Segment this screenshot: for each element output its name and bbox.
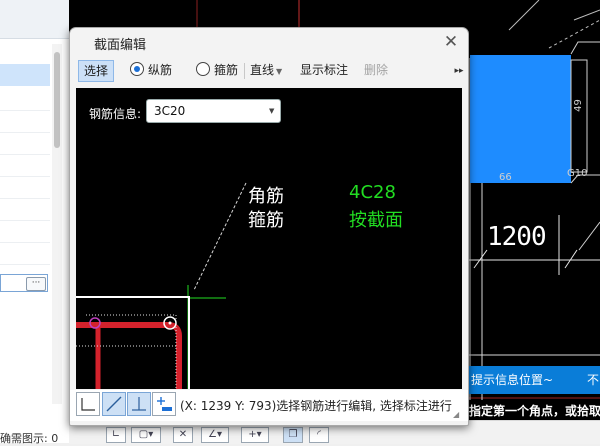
section-drawing bbox=[76, 182, 247, 389]
command-prompt: 指定第一个角点，或拾取 bbox=[467, 400, 600, 422]
panel-footer-text: 确需图示: 0 bbox=[0, 432, 59, 445]
dimension-label: 1200 bbox=[487, 222, 547, 252]
cad-label: G10 bbox=[567, 168, 588, 179]
longitudinal-radio[interactable] bbox=[130, 62, 144, 76]
perpendicular-icon[interactable] bbox=[127, 392, 151, 416]
list-row[interactable] bbox=[0, 242, 50, 265]
status-message: (X: 1239 Y: 793)选择钢筋进行编辑, 选择标注进行 bbox=[180, 399, 452, 413]
dialog-title: 截面编辑 bbox=[94, 38, 147, 53]
cad-label: 49 bbox=[572, 99, 584, 112]
line-dropdown[interactable]: 直线 ▼ bbox=[250, 61, 282, 78]
copy-icon[interactable]: ❐ bbox=[283, 427, 303, 443]
panel-header bbox=[0, 0, 69, 39]
dialog-titlebar[interactable]: 截面编辑 ✕ bbox=[70, 28, 468, 56]
frame-select-icon[interactable]: ▢▾ bbox=[131, 427, 161, 443]
corner-snap-icon[interactable] bbox=[76, 392, 100, 416]
list-row[interactable] bbox=[0, 88, 50, 111]
list-row[interactable] bbox=[0, 154, 50, 177]
corner-bar-value[interactable]: 4C28 bbox=[349, 182, 396, 203]
snap-icon[interactable]: ∟ bbox=[106, 427, 126, 443]
hint-text: 提示信息位置~ bbox=[471, 373, 554, 387]
selected-row[interactable] bbox=[0, 64, 50, 86]
resize-grip-icon[interactable]: ◢ bbox=[453, 410, 459, 419]
chevron-down-icon: ▼ bbox=[269, 107, 275, 115]
hint-bar: 提示信息位置~ 不 bbox=[467, 366, 600, 394]
dialog-statusbar: (X: 1239 Y: 793)选择钢筋进行编辑, 选择标注进行 ◢ bbox=[70, 390, 468, 421]
cross-icon[interactable]: ✕ bbox=[173, 427, 193, 443]
arc-icon[interactable]: ◜ bbox=[309, 427, 329, 443]
diagonal-line-icon[interactable] bbox=[102, 392, 126, 416]
dialog-toolbar: 选择 纵筋 箍筋 直线 ▼ 显示标注 删除 ▸▸ bbox=[70, 58, 468, 84]
corner-bar-label: 角筋 bbox=[248, 186, 284, 207]
longitudinal-radio-label[interactable]: 纵筋 bbox=[148, 61, 172, 78]
property-panel: ··· 确需图示: 0 bbox=[0, 0, 70, 445]
rebar-info-value: 3C20 bbox=[154, 104, 186, 118]
list-row[interactable] bbox=[0, 220, 50, 243]
more-button[interactable]: ··· bbox=[26, 277, 46, 291]
plus-icon[interactable]: +▾ bbox=[241, 427, 269, 443]
section-edit-dialog: 截面编辑 ✕ 选择 纵筋 箍筋 直线 ▼ 显示标注 删除 ▸▸ 钢筋信息: 3C… bbox=[69, 27, 469, 426]
delete-button[interactable]: 删除 bbox=[364, 61, 388, 78]
close-icon[interactable]: ✕ bbox=[440, 31, 462, 53]
rebar-info-select[interactable]: 3C20 ▼ bbox=[146, 99, 281, 123]
stirrup-radio[interactable] bbox=[196, 62, 210, 76]
angle-icon[interactable]: ∠▾ bbox=[201, 427, 229, 443]
toolbar-divider bbox=[244, 63, 245, 79]
list-row[interactable] bbox=[0, 132, 50, 155]
show-annotation-button[interactable]: 显示标注 bbox=[300, 61, 348, 78]
stirrup-text-label: 箍筋 bbox=[248, 210, 284, 231]
rebar-info-label: 钢筋信息: bbox=[89, 107, 142, 121]
stirrup-value[interactable]: 按截面 bbox=[349, 206, 403, 232]
hint-extra: 不 bbox=[587, 373, 600, 387]
list-row[interactable] bbox=[0, 198, 50, 221]
toolbar-overflow-icon[interactable]: ▸▸ bbox=[453, 63, 465, 79]
scrollbar-thumb[interactable] bbox=[54, 52, 60, 148]
add-remove-icon[interactable] bbox=[152, 392, 176, 416]
stirrup-radio-label[interactable]: 箍筋 bbox=[214, 61, 238, 78]
cad-label: 66 bbox=[499, 172, 512, 183]
select-button[interactable]: 选择 bbox=[78, 60, 114, 82]
chevron-down-icon: ▼ bbox=[276, 67, 283, 76]
list-row[interactable] bbox=[0, 176, 50, 199]
list-row[interactable] bbox=[0, 110, 50, 133]
line-dropdown-label: 直线 bbox=[250, 63, 275, 77]
section-canvas[interactable]: 钢筋信息: 3C20 ▼ 角筋 箍筋 4C28 按截面 bbox=[76, 88, 462, 389]
